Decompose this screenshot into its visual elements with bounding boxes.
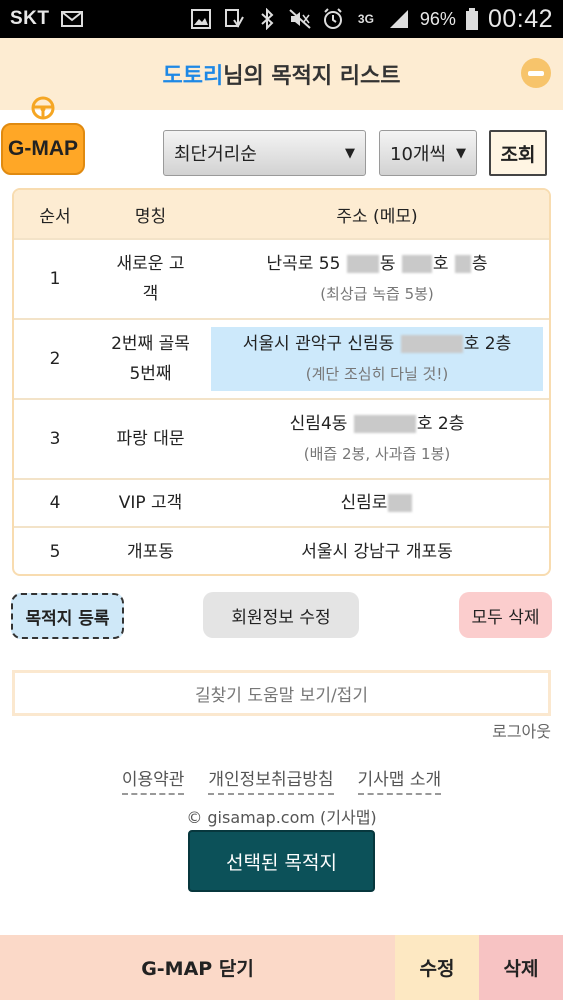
table-row[interactable]: 3 파랑 대문 신림4동 호 2층 (배즙 2봉, 사과즙 1봉)	[14, 399, 549, 479]
battery-icon	[465, 8, 479, 30]
address-part: 난곡로 55	[266, 254, 341, 274]
row-name: 2번째 골목 5번째	[96, 319, 205, 399]
address-line: 난곡로 55 동 호 층	[266, 249, 487, 279]
terms-link[interactable]: 이용약관	[121, 765, 185, 795]
about-link[interactable]: 기사맵 소개	[357, 765, 442, 795]
column-header-order: 순서	[39, 206, 71, 227]
table-row[interactable]: 1 새로운 고 객 난곡로 55 동 호 층 (최상급 녹즙 5봉)	[14, 239, 549, 319]
row-order: 3	[49, 429, 61, 449]
table-row[interactable]: 4 VIP 고객 신림로	[14, 479, 549, 527]
mute-icon	[288, 8, 312, 30]
minimize-button[interactable]	[521, 58, 551, 88]
help-toggle[interactable]: 길찾기 도움말 보기/접기	[12, 670, 551, 716]
page-title: 도토리님의 목적지 리스트	[163, 58, 401, 90]
table-row[interactable]: 2 2번째 골목 5번째 서울시 관악구 신림동 호 2층 (계단 조심히 다닐…	[14, 319, 549, 399]
edit-button[interactable]: 수정	[395, 935, 479, 1000]
close-gmap-button[interactable]: G-MAP 닫기	[0, 935, 395, 1000]
count-select-value: 10개씩	[390, 144, 447, 165]
page-title-text: 님의 목적지 리스트	[223, 64, 401, 89]
row-name-line: 2번째 골목	[111, 334, 190, 354]
selected-destination-button[interactable]: 선택된 목적지	[188, 830, 375, 892]
address-part: 층	[471, 254, 488, 274]
row-name-line: 객	[142, 284, 159, 304]
address-memo: (최상급 녹즙 5봉)	[320, 285, 434, 303]
row-address: 난곡로 55 동 호 층 (최상급 녹즙 5봉)	[205, 239, 549, 319]
address-line: 신림4동 호 2층	[290, 409, 465, 439]
copyright: © gisamap.com (기사맵)	[186, 808, 377, 827]
redacted-block	[401, 255, 432, 273]
row-order: 2	[49, 349, 61, 369]
gmap-button[interactable]: G-MAP	[1, 123, 85, 175]
address-part: 신림4동	[289, 414, 348, 434]
footer-links: 이용약관 개인정보취급방침 기사맵 소개	[0, 765, 563, 795]
row-name-line: 5번째	[129, 364, 172, 384]
row-name-line: 파랑 대문	[116, 429, 185, 449]
page-header: 도토리님의 목적지 리스트	[0, 38, 563, 110]
sort-select-value: 최단거리순	[174, 144, 257, 165]
download-icon	[222, 8, 246, 30]
status-bar: SKT 3G 96% 00:42	[0, 0, 563, 38]
sort-select[interactable]: 최단거리순 ▼	[163, 130, 366, 176]
row-address: 신림4동 호 2층 (배즙 2봉, 사과즙 1봉)	[205, 399, 549, 479]
row-name-line: VIP 고객	[118, 493, 183, 513]
logout-link[interactable]: 로그아웃	[492, 718, 551, 742]
destination-table: 순서 명칭 주소 (메모) 1 새로운 고 객 난곡로 55 동 호 층 (최상…	[12, 188, 551, 576]
row-address: 서울시 관악구 신림동 호 2층 (계단 조심히 다닐 것!)	[205, 319, 549, 399]
dropdown-arrow-icon: ▼	[456, 145, 466, 161]
address-part: 호 2층	[463, 334, 512, 354]
battery-label: 96%	[419, 8, 456, 29]
privacy-link[interactable]: 개인정보취급방침	[208, 765, 334, 795]
row-order: 4	[49, 493, 61, 513]
user-name: 도토리	[162, 64, 224, 89]
count-select[interactable]: 10개씩 ▼	[379, 130, 477, 176]
address-part: 서울시 관악구 신림동	[242, 334, 395, 354]
address-part: 호	[432, 254, 449, 274]
redacted-block	[454, 255, 471, 273]
carrier-label: SKT	[10, 8, 50, 29]
row-order: 5	[49, 541, 61, 562]
row-name: VIP 고객	[96, 479, 205, 527]
redacted-block	[388, 494, 413, 512]
column-header-name: 명칭	[134, 206, 167, 227]
delete-all-button[interactable]: 모두 삭제	[459, 592, 552, 638]
minus-icon	[528, 70, 544, 76]
row-name-line: 새로운 고	[116, 254, 185, 274]
row-name: 개포동	[96, 527, 205, 574]
redacted-block	[353, 415, 416, 433]
row-name: 파랑 대문	[96, 399, 205, 479]
address-part: 호 2층	[416, 414, 465, 434]
address-memo: (배즙 2봉, 사과즙 1봉)	[303, 445, 451, 463]
mail-icon	[60, 8, 84, 30]
row-name-line: 개포동	[127, 541, 174, 562]
alarm-icon	[321, 8, 345, 30]
search-button[interactable]: 조회	[489, 130, 547, 176]
redacted-block	[400, 335, 463, 353]
row-order: 1	[49, 269, 61, 289]
table-row[interactable]: 5 개포동 서울시 강남구 개포동	[14, 527, 549, 574]
address-line: 신림로	[341, 488, 414, 518]
column-header-address: 주소 (메모)	[336, 206, 418, 227]
selected-address-highlight: 서울시 관악구 신림동 호 2층 (계단 조심히 다닐 것!)	[211, 327, 543, 391]
row-name: 새로운 고 객	[96, 239, 205, 319]
address-part: 동	[379, 254, 396, 274]
clock: 00:42	[487, 4, 553, 33]
bottom-bar: G-MAP 닫기 수정 삭제	[0, 935, 563, 1000]
address-memo: (계단 조심히 다닐 것!)	[305, 365, 449, 383]
dropdown-arrow-icon: ▼	[345, 145, 355, 161]
3g-icon: 3G	[357, 12, 374, 26]
row-address: 서울시 강남구 개포동	[205, 527, 549, 574]
bluetooth-icon	[255, 8, 279, 30]
edit-member-info-button[interactable]: 회원정보 수정	[203, 592, 359, 638]
register-destination-button[interactable]: 목적지 등록	[11, 593, 124, 639]
signal-icon	[387, 8, 411, 30]
address-line: 서울시 강남구 개포동	[301, 541, 453, 562]
address-part: 신림로	[340, 493, 388, 513]
steering-wheel-icon	[31, 96, 55, 120]
table-header-row: 순서 명칭 주소 (메모)	[14, 190, 549, 239]
image-icon	[189, 8, 213, 30]
row-address: 신림로	[205, 479, 549, 527]
delete-button[interactable]: 삭제	[479, 935, 563, 1000]
redacted-block	[346, 255, 379, 273]
address-line: 서울시 관악구 신림동 호 2층	[243, 329, 511, 359]
